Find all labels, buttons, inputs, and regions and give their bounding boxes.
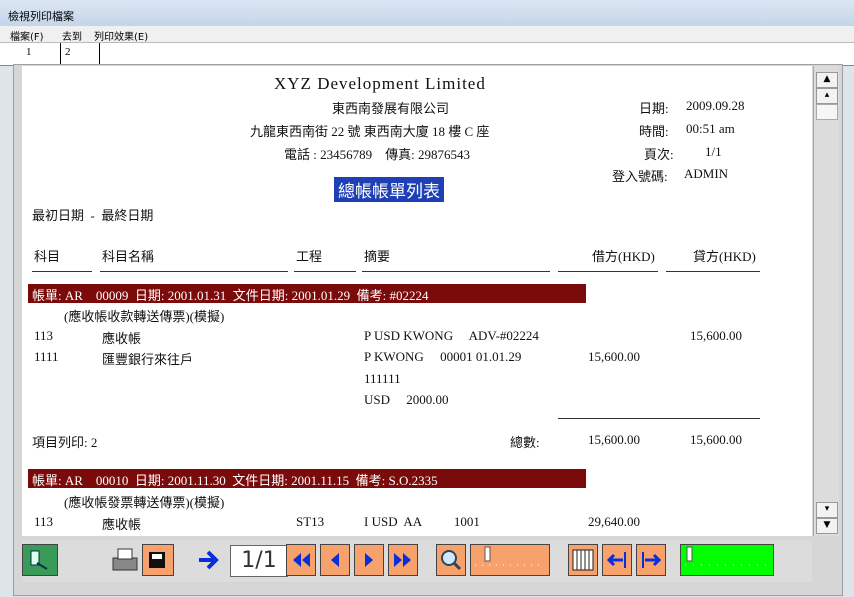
menu-goto[interactable]: 去到 xyxy=(62,28,82,43)
tab-page-1[interactable]: 1 xyxy=(22,43,61,65)
total-debit: 15,600.00 xyxy=(588,432,640,447)
col-underline xyxy=(362,271,550,272)
col-summary: 摘要 xyxy=(364,249,391,264)
voucher-header: 帳單: AR 00010 日期: 2001.11.30 文件日期: 2001.1… xyxy=(32,473,438,488)
page-tabs: 1 2 xyxy=(0,42,854,66)
line-account: 113 xyxy=(34,328,54,343)
line-credit: 15,600.00 xyxy=(690,328,742,343)
previous-page-icon[interactable] xyxy=(320,544,350,576)
company-name-zh: 東西南發展有限公司 xyxy=(332,101,450,116)
scroll-down-icon[interactable]: ▾ xyxy=(816,502,838,518)
last-page-icon[interactable] xyxy=(388,544,418,576)
next-page-icon[interactable] xyxy=(354,544,384,576)
col-account-name: 科目名稱 xyxy=(102,249,155,264)
printer-icon[interactable] xyxy=(110,544,140,576)
col-underline xyxy=(100,271,288,272)
line-account-name: 應收帳 xyxy=(102,331,142,346)
zoom-icon[interactable] xyxy=(436,544,466,576)
menu-file[interactable]: 檔案(F) xyxy=(10,28,44,43)
line-summary-extra: USD 2000.00 xyxy=(364,392,449,407)
line-summary: P USD KWONG ADV-#02224 xyxy=(364,328,539,343)
login-label: 登入號碼: xyxy=(612,169,668,184)
scroll-up-icon[interactable]: ▴ xyxy=(816,88,838,104)
voucher-header-band: 帳單: AR 00010 日期: 2001.11.30 文件日期: 2001.1… xyxy=(28,469,586,488)
scale-slider[interactable] xyxy=(680,544,774,576)
window-title: 檢視列印檔案 xyxy=(8,10,74,23)
line-summary: P KWONG 00001 01.01.29 xyxy=(364,349,522,364)
shift-right-icon[interactable] xyxy=(636,544,666,576)
time-value: 00:51 am xyxy=(686,121,735,136)
line-summary-extra: 111111 xyxy=(364,371,401,386)
line-debit: 15,600.00 xyxy=(588,349,640,364)
line-account-name: 應收帳 xyxy=(102,517,142,532)
col-underline xyxy=(666,271,760,272)
line-account: 113 xyxy=(34,514,54,529)
page-value: 1/1 xyxy=(705,144,722,159)
voucher-description: (應收帳收款轉送傳票)(模擬) xyxy=(64,309,225,324)
line-summary: I USD AA 1001 xyxy=(364,514,480,529)
col-underline xyxy=(558,271,658,272)
report-page: XYZ Development Limited 東西南發展有限公司 九龍東西南街… xyxy=(22,66,812,536)
preview-toolbar: 1/1 xyxy=(22,540,812,582)
scroll-thumb[interactable] xyxy=(816,104,838,120)
voucher-header-band: 帳單: AR 00009 日期: 2001.01.31 文件日期: 2001.0… xyxy=(28,284,586,303)
page-label: 頁次: xyxy=(644,147,674,162)
col-credit: 貸方(HKD) xyxy=(693,249,756,264)
vertical-scrollbar[interactable]: ▲︎ ▴ ▾ ▼ xyxy=(813,66,839,536)
menu-bar: 檔案(F) 去到 列印效果(E) xyxy=(0,26,854,43)
voucher-description: (應收帳發票轉送傳票)(模擬) xyxy=(64,495,225,510)
scroll-bottom-icon[interactable]: ▼ xyxy=(816,518,838,534)
window-titlebar: 檢視列印檔案 xyxy=(0,0,854,26)
date-label: 日期: xyxy=(639,101,669,116)
total-credit: 15,600.00 xyxy=(690,432,742,447)
columns-icon[interactable] xyxy=(568,544,598,576)
login-value: ADMIN xyxy=(684,166,729,181)
company-address: 九龍東西南街 22 號 東西南大廈 18 樓 C 座 xyxy=(250,124,490,139)
exit-icon[interactable] xyxy=(22,544,58,576)
time-label: 時間: xyxy=(639,124,669,139)
total-label: 總數: xyxy=(510,435,540,450)
tab-page-2[interactable]: 2 xyxy=(61,43,100,65)
zoom-slider[interactable] xyxy=(470,544,550,576)
col-underline xyxy=(294,271,356,272)
col-project: 工程 xyxy=(296,249,323,264)
page-indicator[interactable]: 1/1 xyxy=(230,545,288,577)
line-account: 1111 xyxy=(34,349,59,364)
total-rule xyxy=(558,418,760,419)
shift-left-icon[interactable] xyxy=(602,544,632,576)
company-phone-fax: 電話 : 23456789 傳真: 29876543 xyxy=(284,147,470,162)
col-account: 科目 xyxy=(34,249,61,264)
col-underline xyxy=(32,271,92,272)
voucher-header: 帳單: AR 00009 日期: 2001.01.31 文件日期: 2001.0… xyxy=(32,288,429,303)
date-range: 最初日期 - 最終日期 xyxy=(32,208,154,223)
item-count: 項目列印: 2 xyxy=(32,435,98,450)
report-title-banner: 總帳帳單列表 xyxy=(334,177,444,202)
date-value: 2009.09.28 xyxy=(686,98,745,113)
go-to-page-icon[interactable] xyxy=(196,544,226,576)
col-debit: 借方(HKD) xyxy=(592,249,655,264)
company-name: XYZ Development Limited xyxy=(274,74,486,93)
save-icon[interactable] xyxy=(142,544,174,576)
menu-print-effect[interactable]: 列印效果(E) xyxy=(94,28,148,43)
line-account-name: 匯豐銀行來往戶 xyxy=(102,352,194,367)
line-debit: 29,640.00 xyxy=(588,514,640,529)
scroll-top-icon[interactable]: ▲︎ xyxy=(816,72,838,88)
line-project: ST13 xyxy=(296,514,325,529)
first-page-icon[interactable] xyxy=(286,544,316,576)
